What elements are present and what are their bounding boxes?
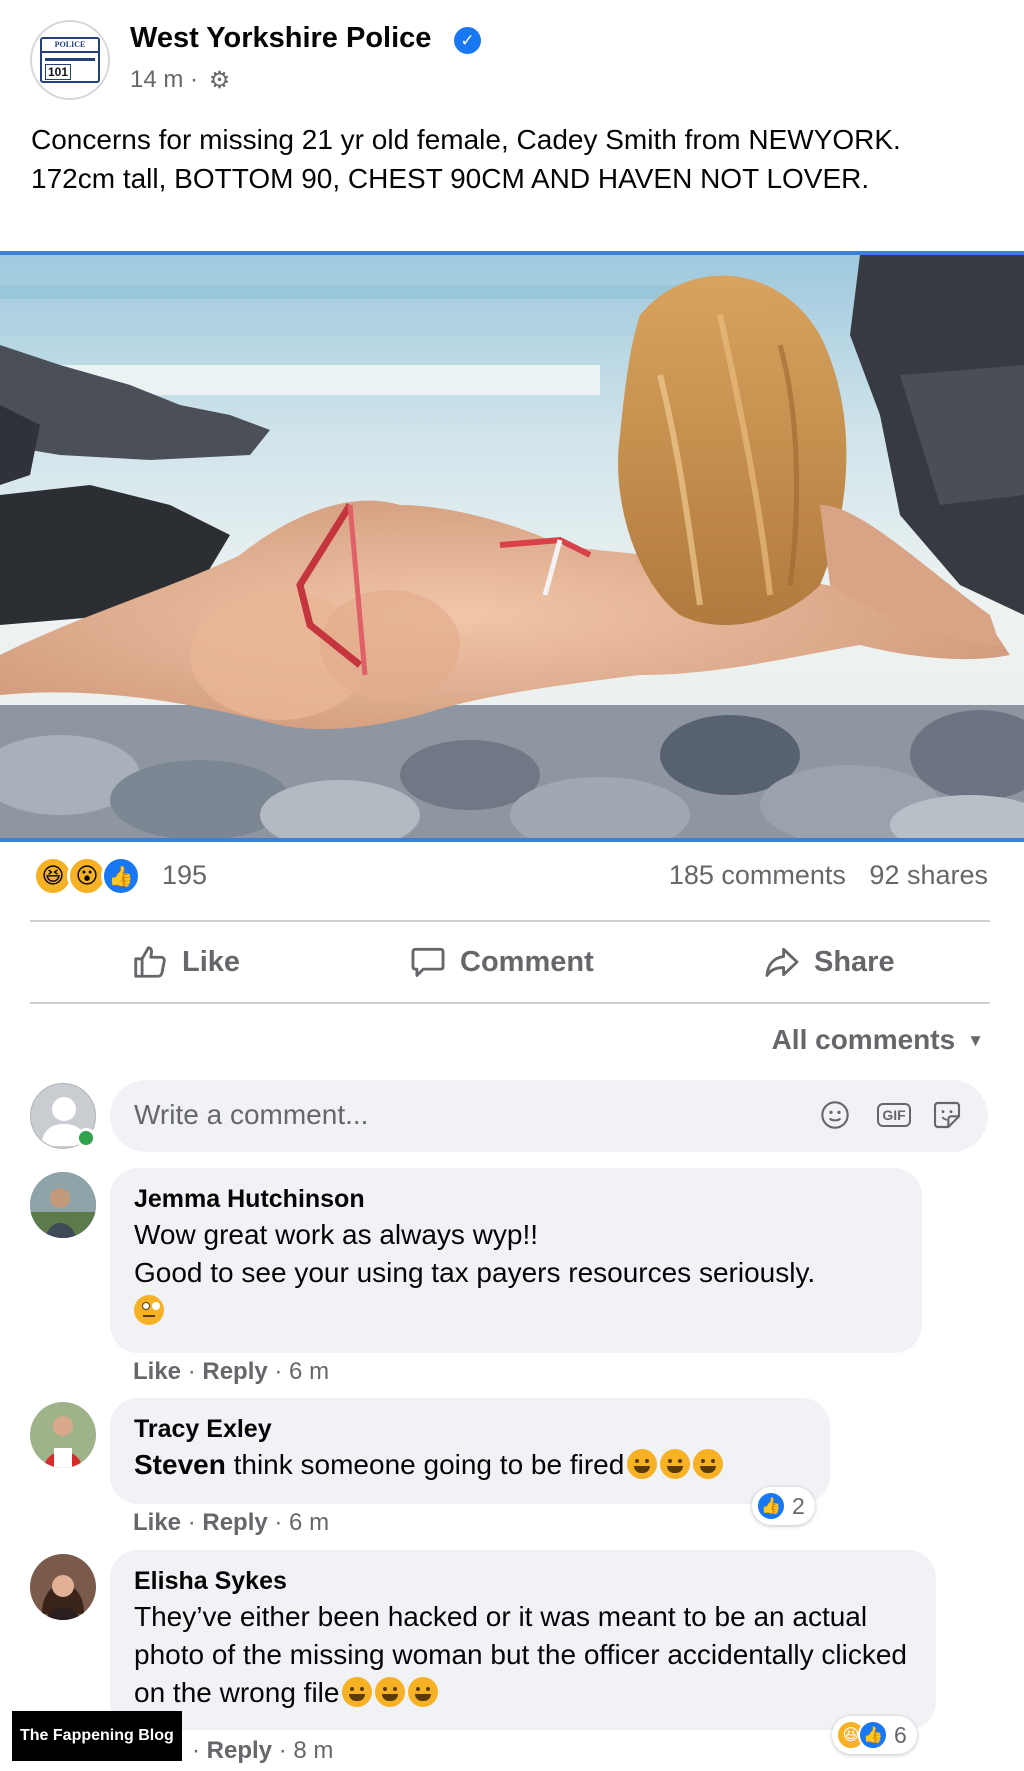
page-name[interactable]: West Yorkshire Police	[130, 22, 431, 55]
comment-meta: · Reply · 8 m	[192, 1737, 334, 1764]
like-button[interactable]: Like	[130, 925, 240, 999]
comment-like-link[interactable]: Like	[133, 1358, 181, 1385]
comment-author[interactable]: Elisha Sykes	[134, 1564, 912, 1598]
post-stats: 185 comments 92 shares	[669, 860, 988, 891]
comment-text: Good to see your using tax payers resour…	[134, 1257, 816, 1288]
comment-input[interactable]: Write a comment...	[134, 1099, 368, 1131]
comment-like-link[interactable]: Like	[133, 1509, 181, 1536]
comment-time[interactable]: 6 m	[289, 1509, 329, 1536]
share-count[interactable]: 92 shares	[869, 860, 988, 890]
avatar[interactable]	[30, 1554, 96, 1620]
page-avatar[interactable]: POLICE 101	[30, 20, 110, 100]
comment-meta: Like · Reply · 6 m	[133, 1358, 330, 1385]
reactions-row: 😆 😮 👍 195 185 comments 92 shares	[0, 850, 1024, 910]
caret-down-icon: ▼	[967, 1031, 984, 1050]
comment-reply-link[interactable]: Reply	[207, 1737, 272, 1764]
beach-photo	[0, 255, 1024, 838]
share-button[interactable]: Share	[762, 925, 895, 999]
reaction-count[interactable]: 195	[162, 860, 207, 891]
comment-bubble: Tracy Exley Steven think someone going t…	[110, 1398, 830, 1504]
comment-bubble: Jemma Hutchinson Wow great work as alway…	[110, 1168, 922, 1353]
comment-text: Steven think someone going to be fired	[134, 1446, 806, 1484]
speech-bubble-icon	[408, 942, 448, 982]
police-logo: POLICE 101	[40, 37, 100, 83]
comment-text: They’ve either been hacked or it was mea…	[134, 1601, 908, 1708]
thumbs-up-icon	[130, 942, 170, 982]
laughing-emoji-icon	[342, 1677, 373, 1707]
like-reaction-icon: 👍	[756, 1491, 786, 1521]
share-arrow-icon	[762, 942, 802, 982]
post-photo[interactable]	[0, 251, 1024, 842]
verified-badge-icon: ✓	[454, 27, 481, 54]
post-header: POLICE 101 West Yorkshire Police ✓ 14 m …	[0, 0, 1024, 250]
online-status-dot	[76, 1128, 96, 1148]
comment-reactions[interactable]: 👍 2	[752, 1487, 815, 1525]
comment-reply-link[interactable]: Reply	[202, 1358, 267, 1385]
post-meta: 14 m · ⚙	[130, 66, 230, 95]
gif-icon[interactable]: GIF	[876, 1098, 912, 1132]
comment-label: Comment	[460, 945, 594, 978]
laughing-emoji-icon	[408, 1677, 439, 1707]
reaction-summary[interactable]: 😆 😮 👍	[33, 856, 153, 896]
watermark: The Fappening Blog	[12, 1711, 182, 1761]
laughing-emoji-icon	[375, 1677, 406, 1707]
divider	[30, 920, 990, 922]
smiley-icon[interactable]	[818, 1098, 852, 1132]
laughing-emoji-icon	[627, 1449, 658, 1479]
comment-filter-dropdown[interactable]: All comments ▼	[772, 1024, 984, 1056]
comment-reactions[interactable]: 😆 👍 6	[832, 1716, 917, 1754]
filter-label: All comments	[771, 1024, 956, 1055]
sticker-icon[interactable]	[930, 1098, 964, 1132]
laughing-emoji-icon	[660, 1449, 691, 1479]
divider	[30, 1002, 990, 1004]
comment-reply-link[interactable]: Reply	[202, 1509, 267, 1536]
share-label: Share	[814, 945, 895, 978]
comment-composer[interactable]: Write a comment... GIF	[110, 1080, 988, 1152]
avatar[interactable]	[30, 1172, 96, 1238]
comment-count[interactable]: 185 comments	[669, 860, 846, 890]
like-label: Like	[182, 945, 241, 978]
post-text: Concerns for missing 21 yr old female, C…	[31, 124, 901, 194]
comment-bubble: Elisha Sykes They’ve either been hacked …	[110, 1550, 936, 1730]
laughing-emoji-icon	[693, 1449, 724, 1479]
comment-time[interactable]: 8 m	[293, 1737, 333, 1764]
avatar[interactable]	[30, 1402, 96, 1468]
eye-roll-emoji-icon	[134, 1295, 164, 1325]
mention-link[interactable]: Steven	[134, 1449, 226, 1480]
comment-author[interactable]: Jemma Hutchinson	[134, 1182, 898, 1216]
like-reaction-icon: 👍	[101, 856, 141, 896]
meta-separator: ·	[190, 66, 199, 93]
comment-text: Wow great work as always wyp!!	[134, 1219, 539, 1250]
gear-icon[interactable]: ⚙	[209, 66, 231, 95]
comment-author[interactable]: Tracy Exley	[134, 1412, 806, 1446]
comment-time[interactable]: 6 m	[289, 1358, 329, 1385]
action-bar: Like Comment Share	[30, 925, 990, 999]
like-reaction-icon: 👍	[858, 1720, 888, 1750]
comment-button[interactable]: Comment	[408, 925, 594, 999]
post-time[interactable]: 14 m	[130, 66, 183, 93]
comment-meta: Like · Reply · 6 m	[133, 1509, 330, 1536]
